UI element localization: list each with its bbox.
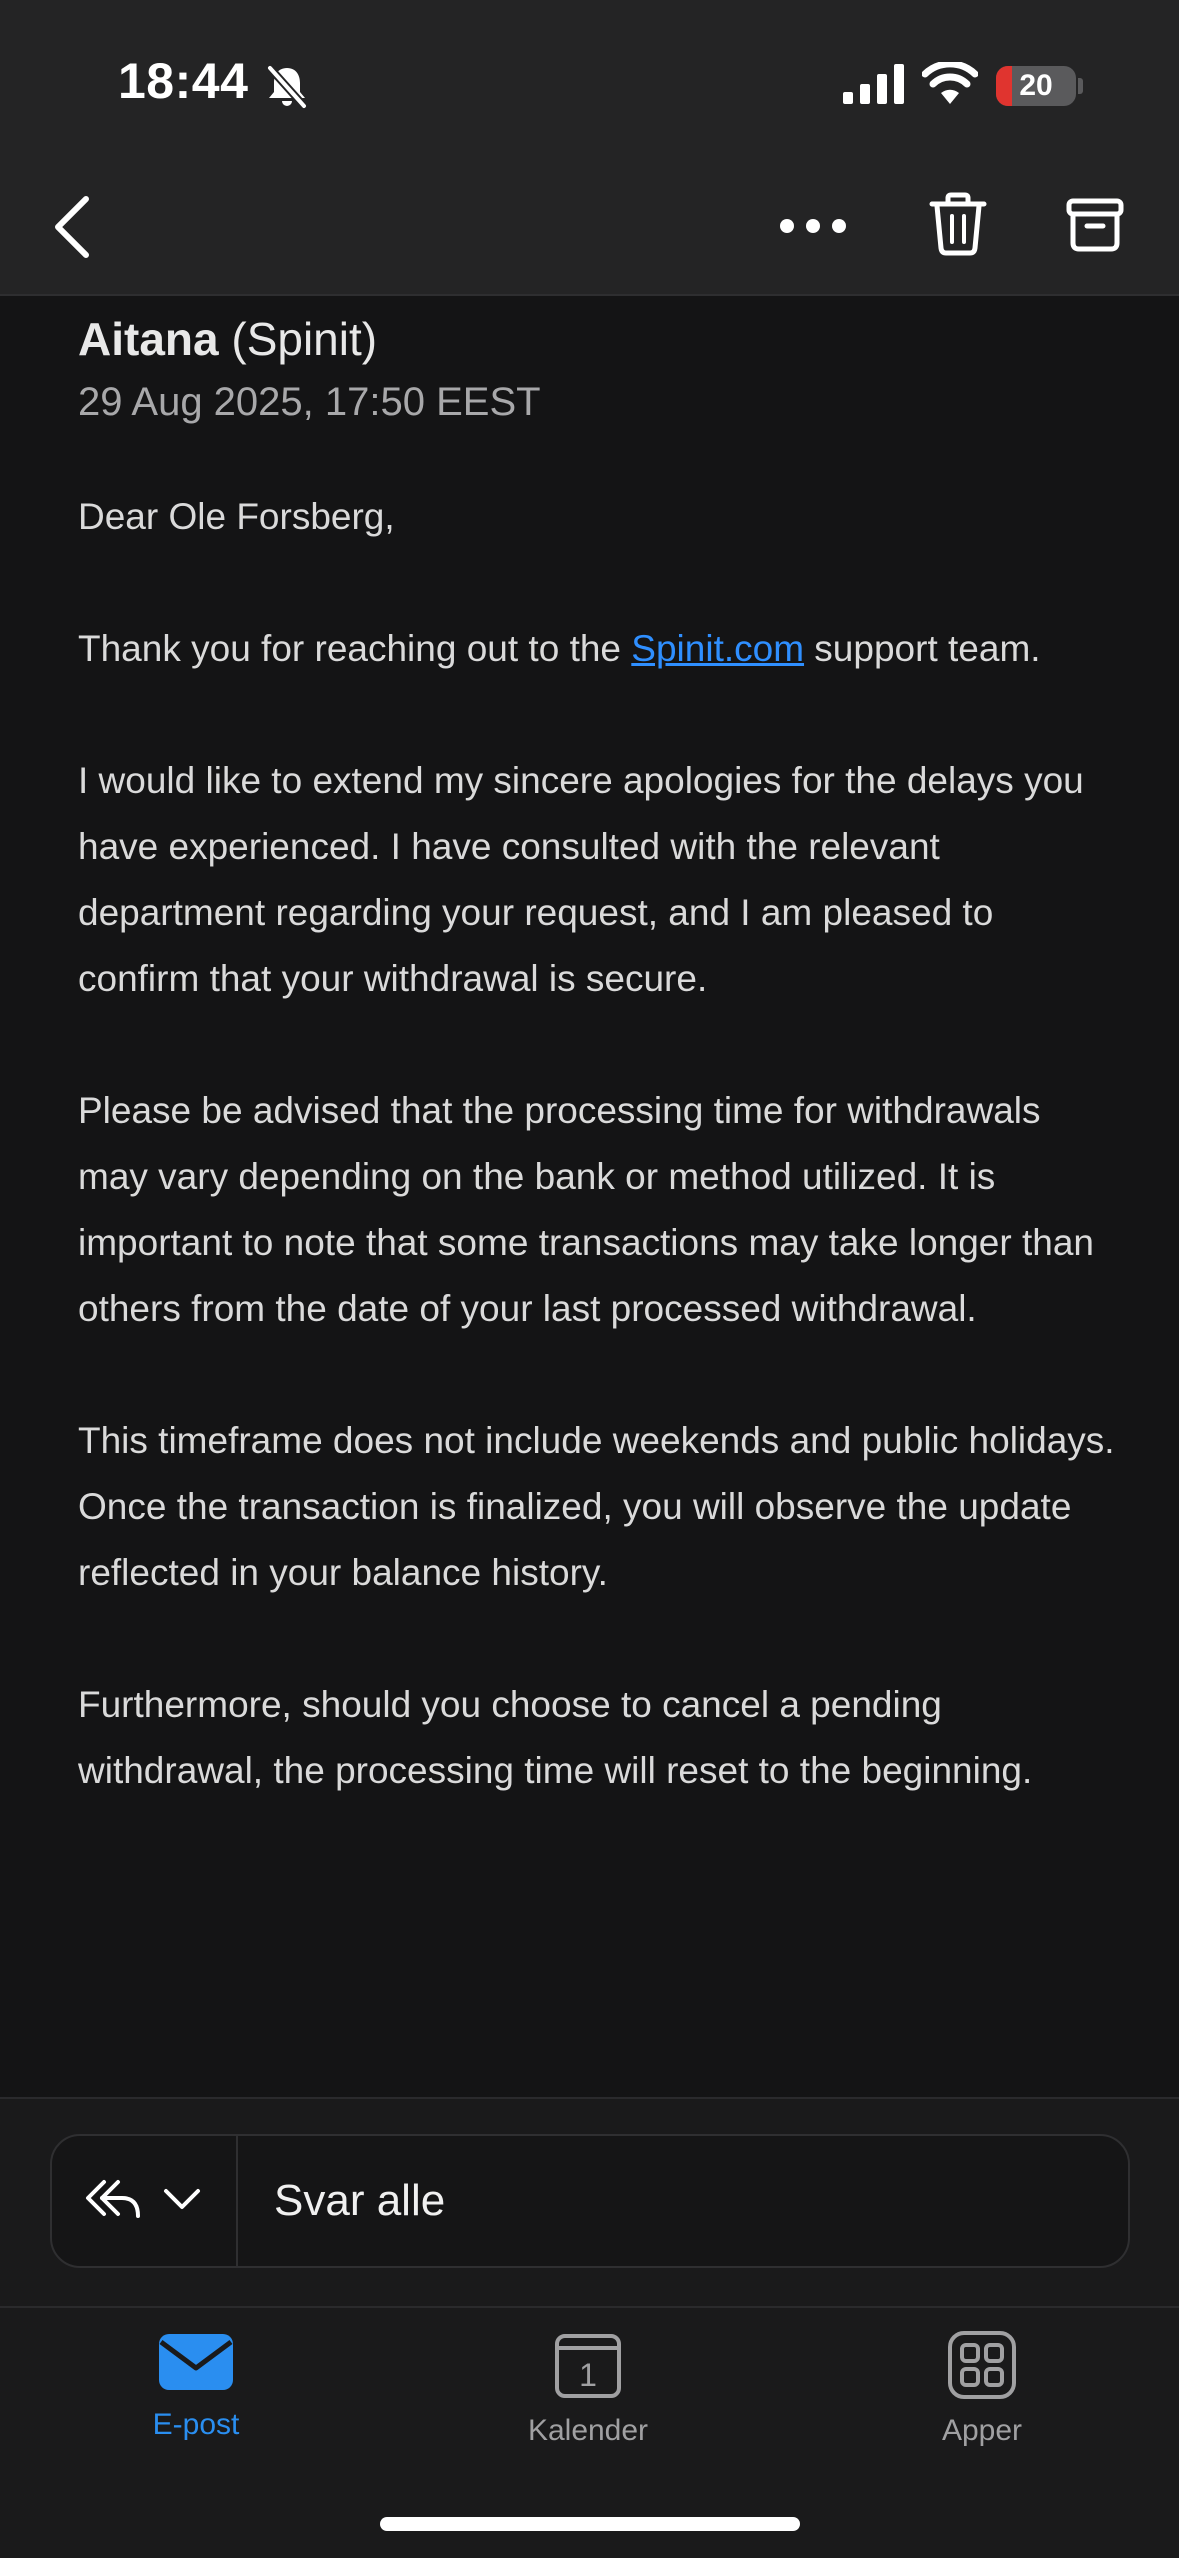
spinit-link[interactable]: Spinit.com <box>631 628 804 669</box>
paragraph-2: I would like to extend my sincere apolog… <box>78 760 1084 999</box>
sender-name: Aitana <box>78 313 219 365</box>
top-bar <box>0 0 1179 296</box>
paragraph-3: Please be advised that the processing ti… <box>78 1090 1095 1329</box>
status-time: 18:44 <box>118 53 249 109</box>
battery-level: 20 <box>1019 69 1053 102</box>
tab-bar-divider <box>0 2306 1179 2308</box>
message-body: Dear Ole Forsberg, Thank you for reachin… <box>78 484 1118 1870</box>
battery-indicator: 20 <box>996 66 1076 106</box>
paragraph-6-clipped: If you have any further inquiries, pleas… <box>78 2075 1138 2099</box>
reply-bar[interactable]: Svar alle <box>50 2134 1130 2268</box>
tab-calendar[interactable]: 1 Kalender <box>468 2330 708 2448</box>
back-chevron-icon[interactable] <box>50 195 94 259</box>
paragraph-1-start: Thank you for reaching out to the <box>78 628 632 669</box>
paragraph-6-text: If you have any further inquiries, pleas… <box>78 2079 1138 2099</box>
mail-icon <box>159 2334 233 2390</box>
apps-grid-icon <box>948 2331 1016 2399</box>
tab-calendar-label: Kalender <box>527 2414 649 2447</box>
trash-icon[interactable] <box>928 192 988 256</box>
sender: Aitana (Spinit) <box>78 312 377 366</box>
battery-cap <box>1078 78 1083 94</box>
paragraph-5: Furthermore, should you choose to cancel… <box>78 1684 1033 1791</box>
tab-email-label: E-post <box>152 2408 240 2441</box>
paragraph-4: This timeframe does not include weekends… <box>78 1420 1115 1593</box>
tab-apps-label: Apper <box>941 2414 1023 2447</box>
reply-divider <box>236 2136 238 2266</box>
chevron-down-icon[interactable] <box>162 2186 202 2212</box>
paragraph-1-end: support team. <box>804 628 1041 669</box>
cellular-signal-icon <box>843 64 904 104</box>
home-indicator[interactable] <box>380 2517 800 2531</box>
message-date: 29 Aug 2025, 17:50 EEST <box>78 380 541 424</box>
greeting: Dear Ole Forsberg, <box>78 496 395 537</box>
paragraph-1: Thank you for reaching out to the Spinit… <box>78 616 1118 682</box>
tab-apps[interactable]: Apper <box>862 2330 1102 2448</box>
calendar-day: 1 <box>579 2357 597 2393</box>
archive-icon[interactable] <box>1066 198 1124 252</box>
bell-slash-icon <box>267 65 307 109</box>
more-icon[interactable] <box>778 210 848 242</box>
sender-org: (Spinit) <box>231 313 378 365</box>
tab-email[interactable]: E-post <box>76 2330 316 2442</box>
reply-all-icon[interactable] <box>82 2170 142 2230</box>
calendar-icon: 1 <box>555 2334 621 2398</box>
reply-all-label[interactable]: Svar alle <box>274 2176 445 2226</box>
wifi-icon <box>922 62 978 104</box>
